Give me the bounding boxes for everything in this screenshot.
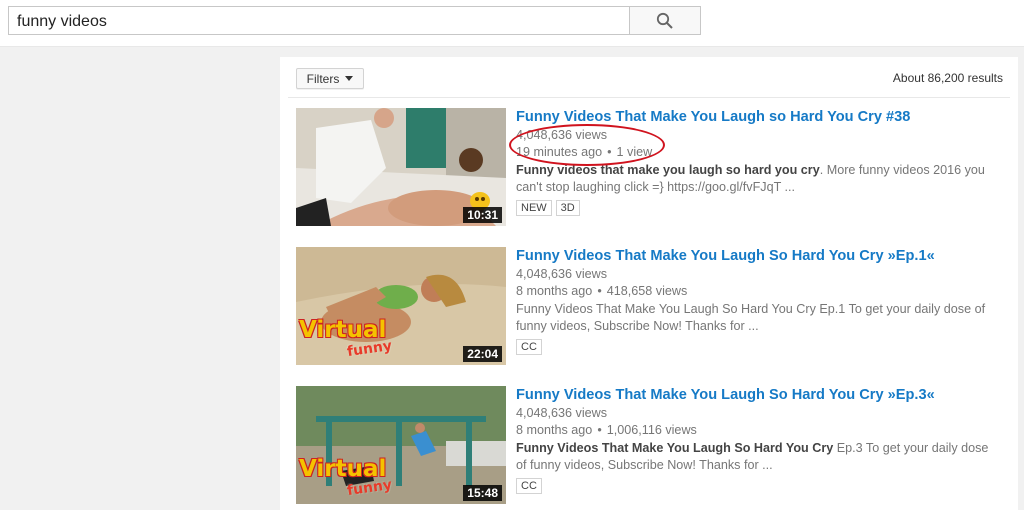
video-duration: 22:04 xyxy=(463,346,502,362)
filters-button[interactable]: Filters xyxy=(296,68,364,89)
video-info-3: Funny Videos That Make You Laugh So Hard… xyxy=(516,386,1002,494)
badge-row: CC xyxy=(516,339,1002,355)
video-thumbnail-1[interactable]: 10:31 xyxy=(296,108,506,226)
badge-cc: CC xyxy=(516,339,542,355)
video-views: 4,048,636 views xyxy=(516,128,608,142)
virtual-funny-logo: Virtual funny xyxy=(299,317,394,361)
video-view-count: 1 view xyxy=(616,145,653,159)
video-views: 4,048,636 views xyxy=(516,406,608,420)
separator-dot: • xyxy=(607,145,612,159)
separator-dot: • xyxy=(597,284,602,298)
video-description: Funny Videos That Make You Laugh So Hard… xyxy=(516,301,1002,335)
separator-dot: • xyxy=(597,423,602,437)
top-bar: funny videos xyxy=(0,0,1024,47)
badge-new: NEW xyxy=(516,200,552,216)
left-panel xyxy=(8,47,280,510)
video-duration: 15:48 xyxy=(463,485,502,501)
description-highlight: Funny Videos That Make You Laugh So Hard… xyxy=(516,441,834,455)
video-result-1: 10:31 Funny Videos That Make You Laugh s… xyxy=(296,108,1002,226)
video-thumbnail-3[interactable]: Virtual funny 15:48 xyxy=(296,386,506,504)
video-meta-line: 8 months ago • 1,006,116 views xyxy=(516,422,1002,439)
video-info-1: Funny Videos That Make You Laugh so Hard… xyxy=(509,108,1002,216)
badge-cc: CC xyxy=(516,478,542,494)
video-meta-line: 19 minutes ago • 1 view xyxy=(516,144,1002,161)
video-result-3: Virtual funny 15:48 Funny Videos That Ma… xyxy=(296,386,1002,504)
video-age: 8 months ago xyxy=(516,284,593,298)
search-button[interactable] xyxy=(629,6,701,35)
description-highlight: Funny videos that make you laugh so hard… xyxy=(516,163,820,177)
chevron-down-icon xyxy=(345,76,354,81)
video-result-2: Virtual funny 22:04 Funny Videos That Ma… xyxy=(296,247,1002,365)
video-meta-line: 8 months ago • 418,658 views xyxy=(516,283,1002,300)
video-title-1[interactable]: Funny Videos That Make You Laugh so Hard… xyxy=(516,108,1002,127)
badge-row: NEW 3D xyxy=(516,200,1002,216)
divider xyxy=(288,97,1010,98)
video-thumbnail-2[interactable]: Virtual funny 22:04 xyxy=(296,247,506,365)
video-age: 8 months ago xyxy=(516,423,593,437)
video-title-3[interactable]: Funny Videos That Make You Laugh So Hard… xyxy=(516,386,1002,405)
video-views: 4,048,636 views xyxy=(516,267,608,281)
badge-3d: 3D xyxy=(555,200,580,216)
virtual-funny-logo: Virtual funny xyxy=(299,456,394,500)
video-title-2[interactable]: Funny Videos That Make You Laugh So Hard… xyxy=(516,247,1002,266)
result-count: About 86,200 results xyxy=(892,71,1003,85)
video-view-count: 418,658 views xyxy=(606,284,688,298)
badge-row: CC xyxy=(516,478,1002,494)
video-description: Funny Videos That Make You Laugh So Hard… xyxy=(516,440,1002,474)
video-info-2: Funny Videos That Make You Laugh So Hard… xyxy=(516,247,1002,355)
video-age: 19 minutes ago xyxy=(516,145,603,159)
results-panel: Filters About 86,200 results 10:31 Funny… xyxy=(280,57,1018,510)
description-text: Funny Videos That Make You Laugh So Hard… xyxy=(516,302,986,333)
video-description: Funny videos that make you laugh so hard… xyxy=(516,162,1002,196)
video-duration: 10:31 xyxy=(463,207,502,223)
video-view-count: 1,006,116 views xyxy=(606,423,697,437)
search-input[interactable]: funny videos xyxy=(8,6,629,35)
search-icon xyxy=(656,12,673,29)
filters-label: Filters xyxy=(306,71,340,86)
